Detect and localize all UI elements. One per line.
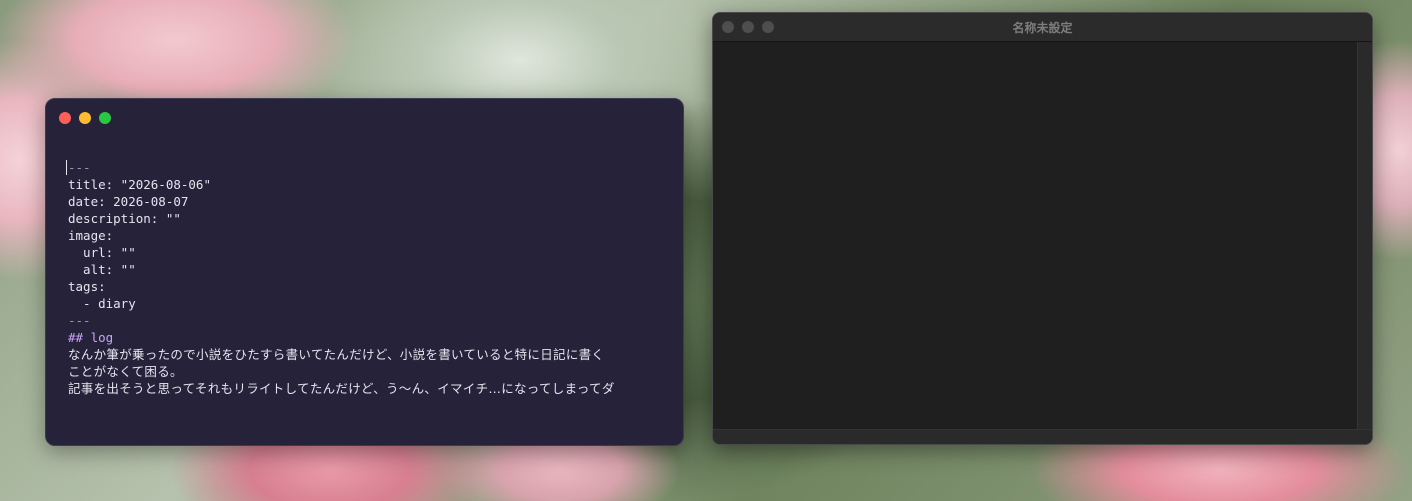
window-title: 名称未設定 (1012, 21, 1073, 35)
frontmatter-delimiter: --- (68, 313, 91, 328)
body-text-line: 記事を出そうと思ってそれもリライトしてたんだけど、う〜ん、イマイチ…になってしま… (68, 381, 615, 396)
close-icon[interactable] (59, 112, 71, 124)
frontmatter-tags: tags: (68, 279, 106, 294)
frontmatter-image: image: (68, 228, 114, 243)
horizontal-scrollbar[interactable] (713, 429, 1372, 444)
frontmatter-date: date: 2026-08-07 (68, 194, 189, 209)
frontmatter-title: title: "2026-08-06" (68, 177, 211, 192)
document-canvas[interactable] (713, 42, 1358, 430)
frontmatter-description: description: "" (68, 211, 181, 226)
editor-window[interactable]: --- title: "2026-08-06" date: 2026-08-07… (45, 98, 684, 446)
body-text-line: なんか筆が乗ったので小説をひたすら書いてたんだけど、小説を書いていると特に日記に… (68, 347, 605, 362)
window-titlebar[interactable]: 名称未設定 (713, 13, 1372, 42)
editor-text-area[interactable]: --- title: "2026-08-06" date: 2026-08-07… (66, 159, 665, 397)
text-caret (66, 160, 67, 175)
frontmatter-image-url: url: "" (68, 245, 136, 260)
frontmatter-tag-item: - diary (68, 296, 136, 311)
untitled-window[interactable]: 名称未設定 (712, 12, 1373, 445)
frontmatter-delimiter: --- (68, 160, 91, 175)
vertical-scrollbar[interactable] (1357, 42, 1372, 430)
frontmatter-image-alt: alt: "" (68, 262, 136, 277)
editor-window-controls (59, 112, 111, 124)
markdown-heading: ## log (68, 330, 114, 345)
body-text-line: ことがなくて困る。 (68, 364, 183, 379)
zoom-icon[interactable] (99, 112, 111, 124)
minimize-icon[interactable] (79, 112, 91, 124)
